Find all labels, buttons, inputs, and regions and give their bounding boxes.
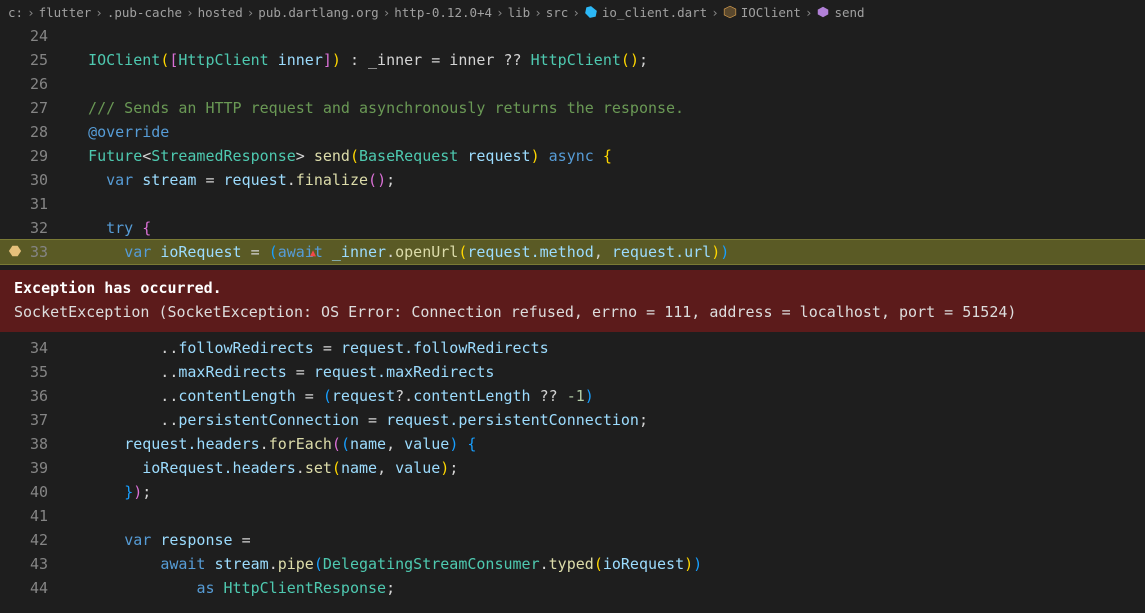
line-number: 27	[0, 96, 70, 120]
chevron-right-icon: ›	[383, 5, 391, 20]
chevron-right-icon: ›	[572, 5, 580, 20]
class-icon	[723, 5, 737, 19]
breadcrumb-item[interactable]: flutter	[39, 5, 92, 20]
breadcrumb-item[interactable]: .pub-cache	[107, 5, 182, 20]
line-number: 29	[0, 144, 70, 168]
execution-line: 33 var ioRequest = (await _inner.openUrl…	[0, 240, 1145, 264]
line-number: 43	[0, 552, 70, 576]
chevron-right-icon: ›	[496, 5, 504, 20]
breadcrumb-item[interactable]: c:	[8, 5, 23, 20]
breadcrumb-item-method[interactable]: send	[816, 5, 864, 20]
exception-title: Exception has occurred.	[14, 278, 1131, 298]
breadcrumb-item-file[interactable]: io_client.dart	[584, 5, 707, 20]
line-number: 39	[0, 456, 70, 480]
line-number: 38	[0, 432, 70, 456]
breadcrumb-item[interactable]: hosted	[198, 5, 243, 20]
chevron-right-icon: ›	[95, 5, 103, 20]
line-number: 32	[0, 216, 70, 240]
line-number: 34	[0, 336, 70, 360]
chevron-right-icon: ›	[27, 5, 35, 20]
line-number: 40	[0, 480, 70, 504]
line-number: 44	[0, 576, 70, 600]
line-number: 30	[0, 168, 70, 192]
breadcrumb: c: › flutter › .pub-cache › hosted › pub…	[0, 0, 1145, 24]
line-number: 31	[0, 192, 70, 216]
line-number: 28	[0, 120, 70, 144]
breadcrumb-item[interactable]: lib	[508, 5, 531, 20]
exception-message: SocketException (SocketException: OS Err…	[14, 302, 1131, 322]
dart-file-icon	[584, 5, 598, 19]
line-number: 26	[0, 72, 70, 96]
line-number: 25	[0, 48, 70, 72]
line-number: 36	[0, 384, 70, 408]
error-squiggle-icon: ▲	[310, 242, 316, 266]
method-icon	[816, 5, 830, 19]
chevron-right-icon: ›	[247, 5, 255, 20]
code-editor[interactable]: 24 25 IOClient([HttpClient inner]) : _in…	[0, 24, 1145, 600]
line-number: 35	[0, 360, 70, 384]
line-number: 37	[0, 408, 70, 432]
line-number: 42	[0, 528, 70, 552]
exception-panel: Exception has occurred. SocketException …	[0, 270, 1145, 332]
chevron-right-icon: ›	[805, 5, 813, 20]
breakpoint-icon[interactable]	[8, 244, 22, 258]
chevron-right-icon: ›	[711, 5, 719, 20]
line-number: 24	[0, 24, 70, 48]
chevron-right-icon: ›	[186, 5, 194, 20]
chevron-right-icon: ›	[534, 5, 542, 20]
breadcrumb-item[interactable]: src	[546, 5, 569, 20]
breadcrumb-item-class[interactable]: IOClient	[723, 5, 801, 20]
breadcrumb-item[interactable]: pub.dartlang.org	[258, 5, 378, 20]
breadcrumb-item[interactable]: http-0.12.0+4	[394, 5, 492, 20]
line-number: 41	[0, 504, 70, 528]
